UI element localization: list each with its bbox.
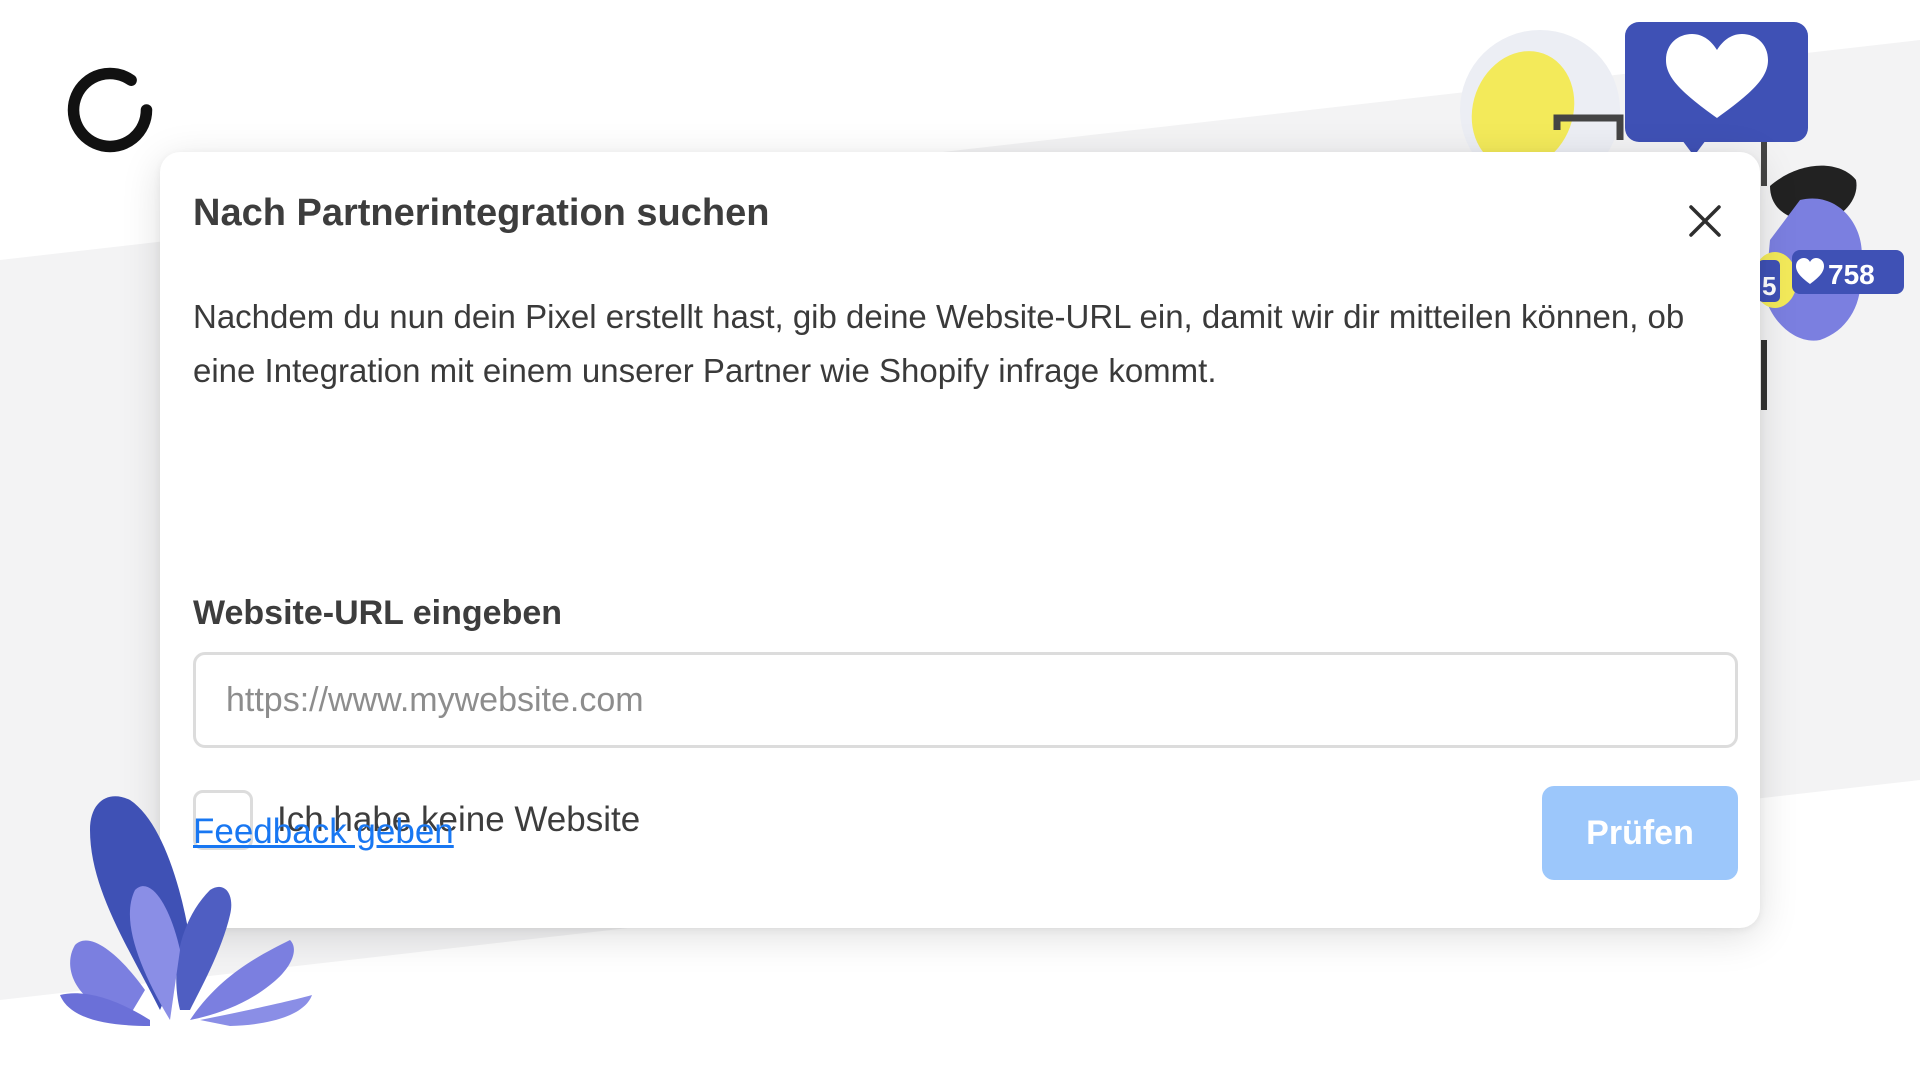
partial-like-count: 5	[1762, 271, 1776, 301]
check-button[interactable]: Prüfen	[1542, 786, 1738, 880]
dialog-description: Nachdem du nun dein Pixel erstellt hast,…	[193, 298, 1685, 389]
like-count: 758	[1828, 259, 1875, 290]
dialog-title: Nach Partnerintegration suchen	[193, 192, 770, 234]
close-button[interactable]	[1680, 196, 1730, 246]
plant-illustration	[60, 796, 312, 1026]
close-icon	[1689, 205, 1721, 237]
url-field-label: Website-URL eingeben	[193, 594, 563, 632]
partner-integration-dialog: Nach Partnerintegration suchen Nachdem d…	[160, 152, 1760, 928]
website-url-input[interactable]	[193, 652, 1738, 748]
logo-ring-icon	[67, 67, 153, 153]
